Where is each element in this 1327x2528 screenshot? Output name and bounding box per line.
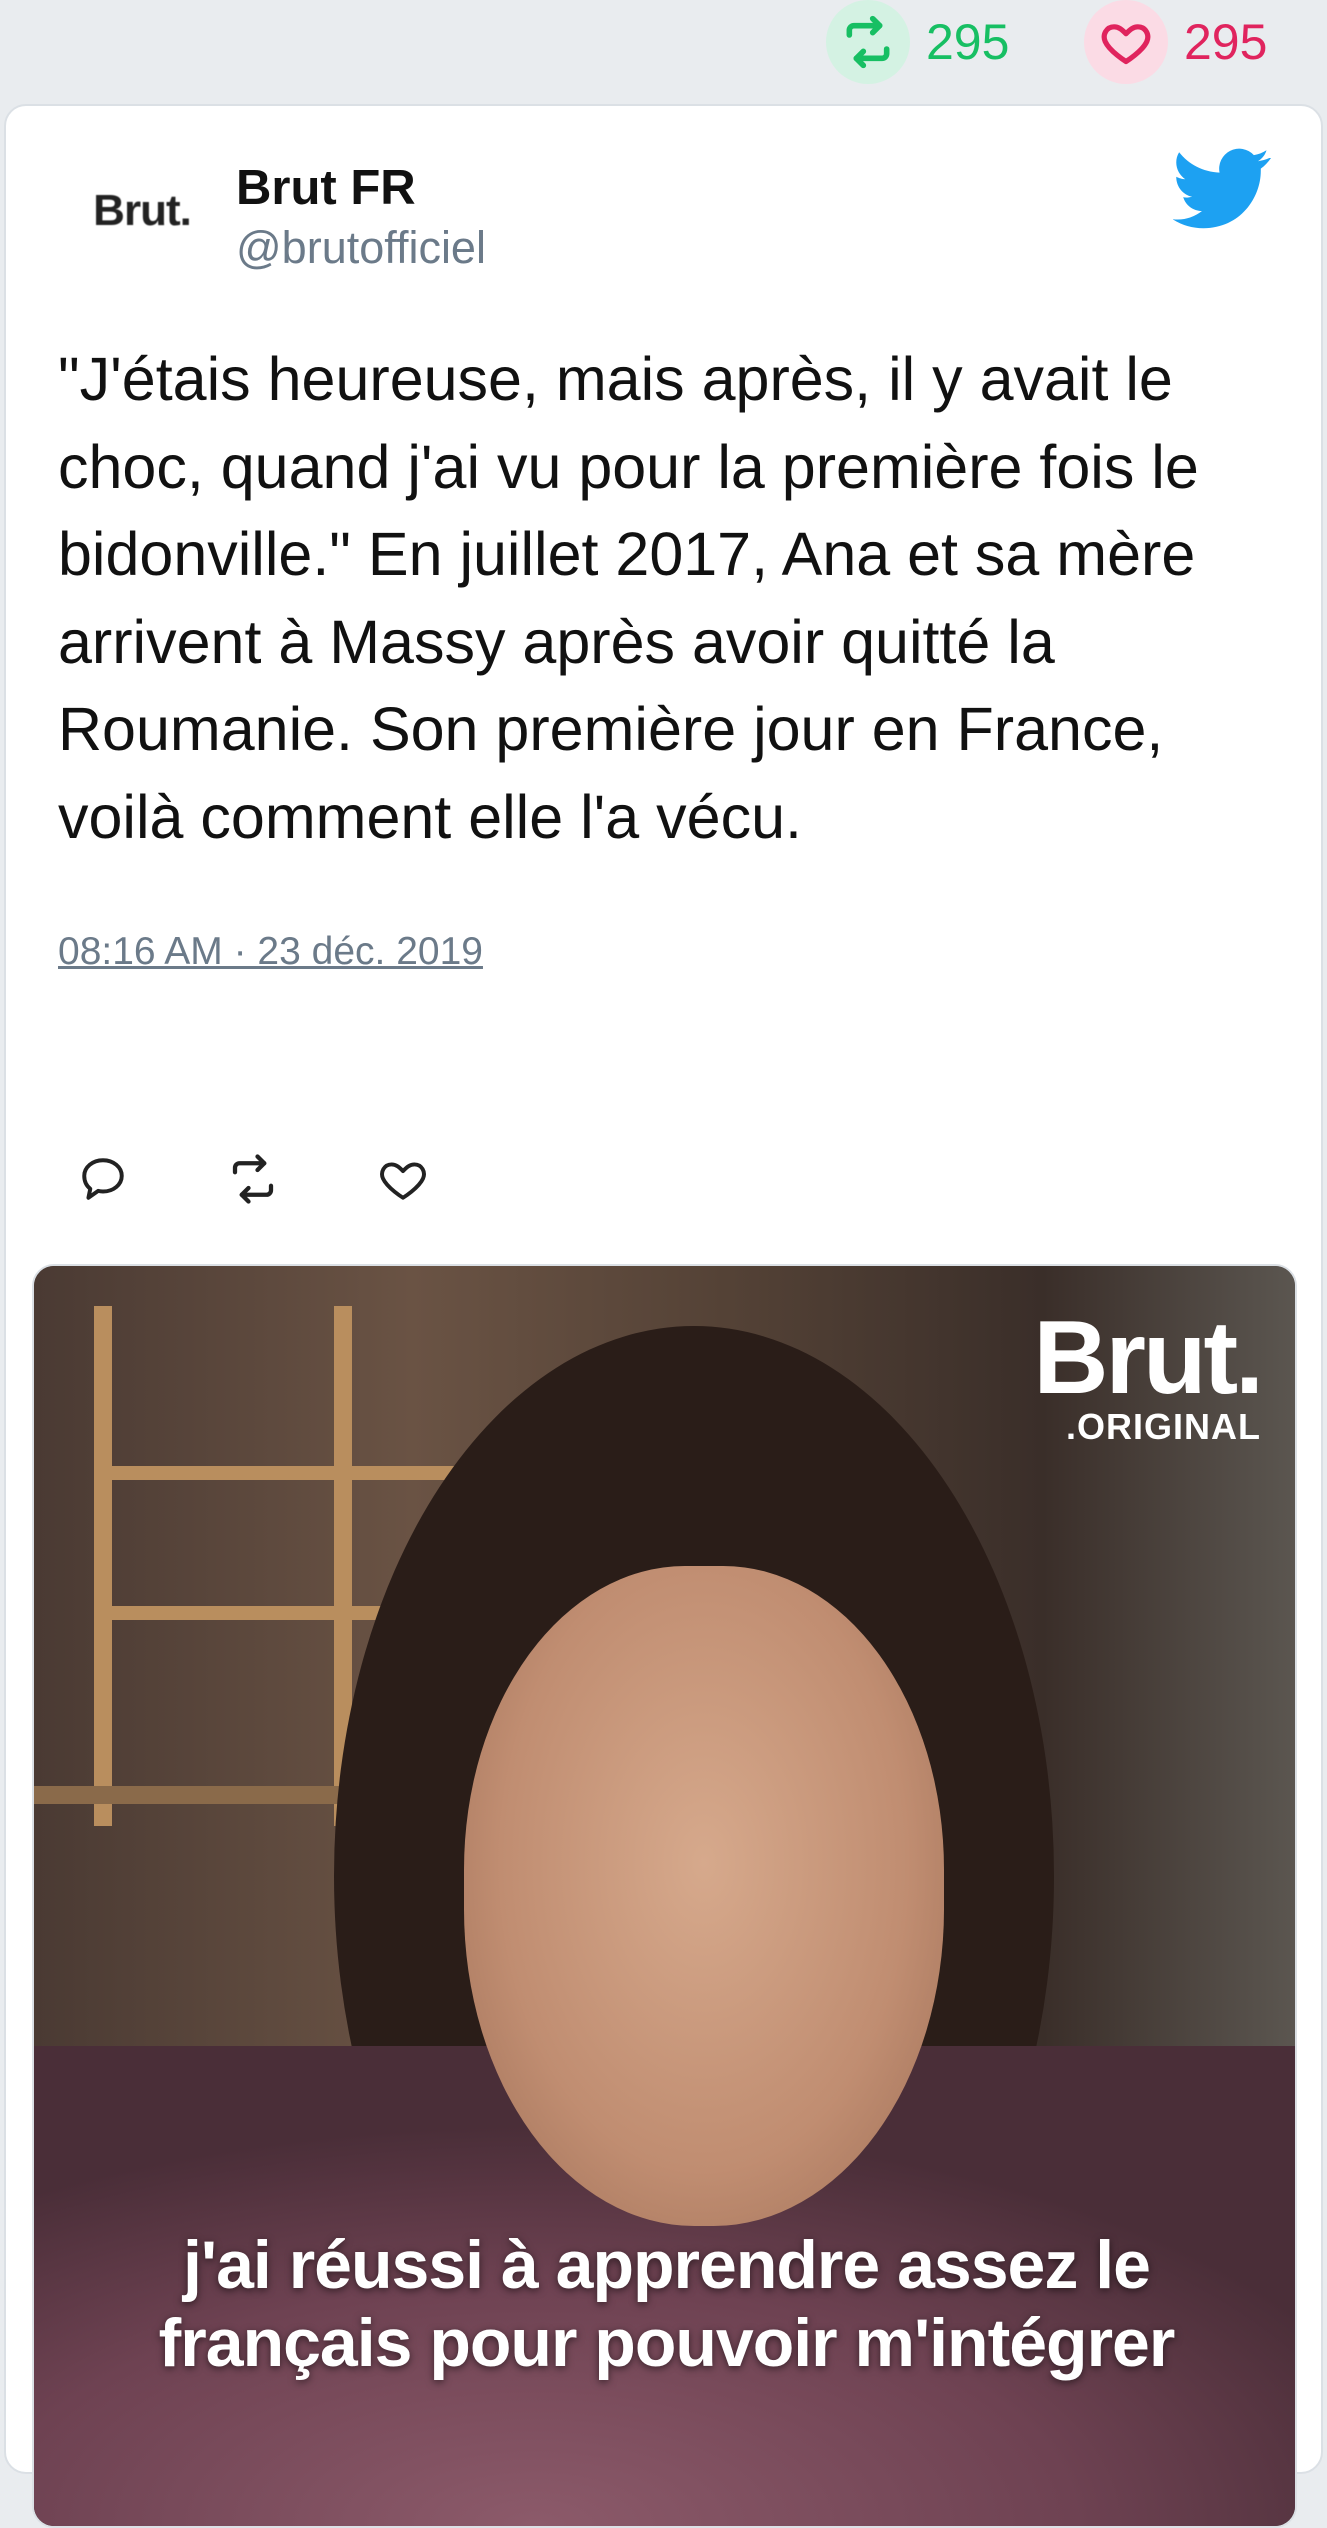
tweet-stats-bar: 295 295: [0, 0, 1327, 98]
retweet-button[interactable]: [224, 1150, 282, 1208]
retweet-icon: [826, 0, 910, 84]
author-handle: @brutofficiel: [236, 221, 486, 273]
retweet-count: 295: [926, 14, 1010, 70]
tweet-timestamp-link[interactable]: 08:16 AM · 23 déc. 2019: [58, 930, 483, 974]
shelf-post: [94, 1306, 112, 1826]
subtitle-line-2: français pour pouvoir m'intégrer: [158, 2305, 1176, 2381]
reply-icon: [82, 1158, 124, 1200]
person-face: [464, 1566, 944, 2226]
shelf-board: [94, 1466, 454, 1480]
author-name: Brut FR: [236, 161, 416, 215]
retweet-stat[interactable]: 295: [826, 0, 1010, 84]
retweet-icon: [232, 1154, 274, 1204]
tweet-text: "J'étais heureuse, mais après, il y avai…: [58, 345, 1199, 851]
heart-icon: [380, 1162, 426, 1200]
like-count: 295: [1184, 14, 1268, 70]
brut-original-logo: Brut. .ORIGINAL: [1033, 1300, 1264, 1448]
avatar-logo: Brut.: [93, 186, 192, 235]
brut-logo-sub: .ORIGINAL: [1066, 1406, 1261, 1447]
video-subtitle: j'ai réussi à apprendre assez le françai…: [34, 2226, 1295, 2382]
reply-button[interactable]: [74, 1150, 132, 1208]
twitter-bird-icon[interactable]: [1172, 148, 1271, 230]
tweet-actions: [74, 1146, 524, 1212]
avatar[interactable]: Brut.: [62, 156, 222, 266]
subtitle-line-1: j'ai réussi à apprendre assez le: [183, 2227, 1151, 2303]
tweet-card: Brut. Brut FR @brutofficiel "J'étais heu…: [4, 104, 1323, 2528]
author-info[interactable]: Brut FR @brutofficiel: [236, 161, 486, 274]
like-stat[interactable]: 295: [1084, 0, 1268, 84]
like-button[interactable]: [374, 1150, 432, 1208]
brut-logo-main: Brut.: [1033, 1300, 1264, 1416]
tweet-media-video[interactable]: Brut. .ORIGINAL j'ai réussi à apprendre …: [32, 1264, 1297, 2528]
heart-icon: [1084, 0, 1168, 84]
